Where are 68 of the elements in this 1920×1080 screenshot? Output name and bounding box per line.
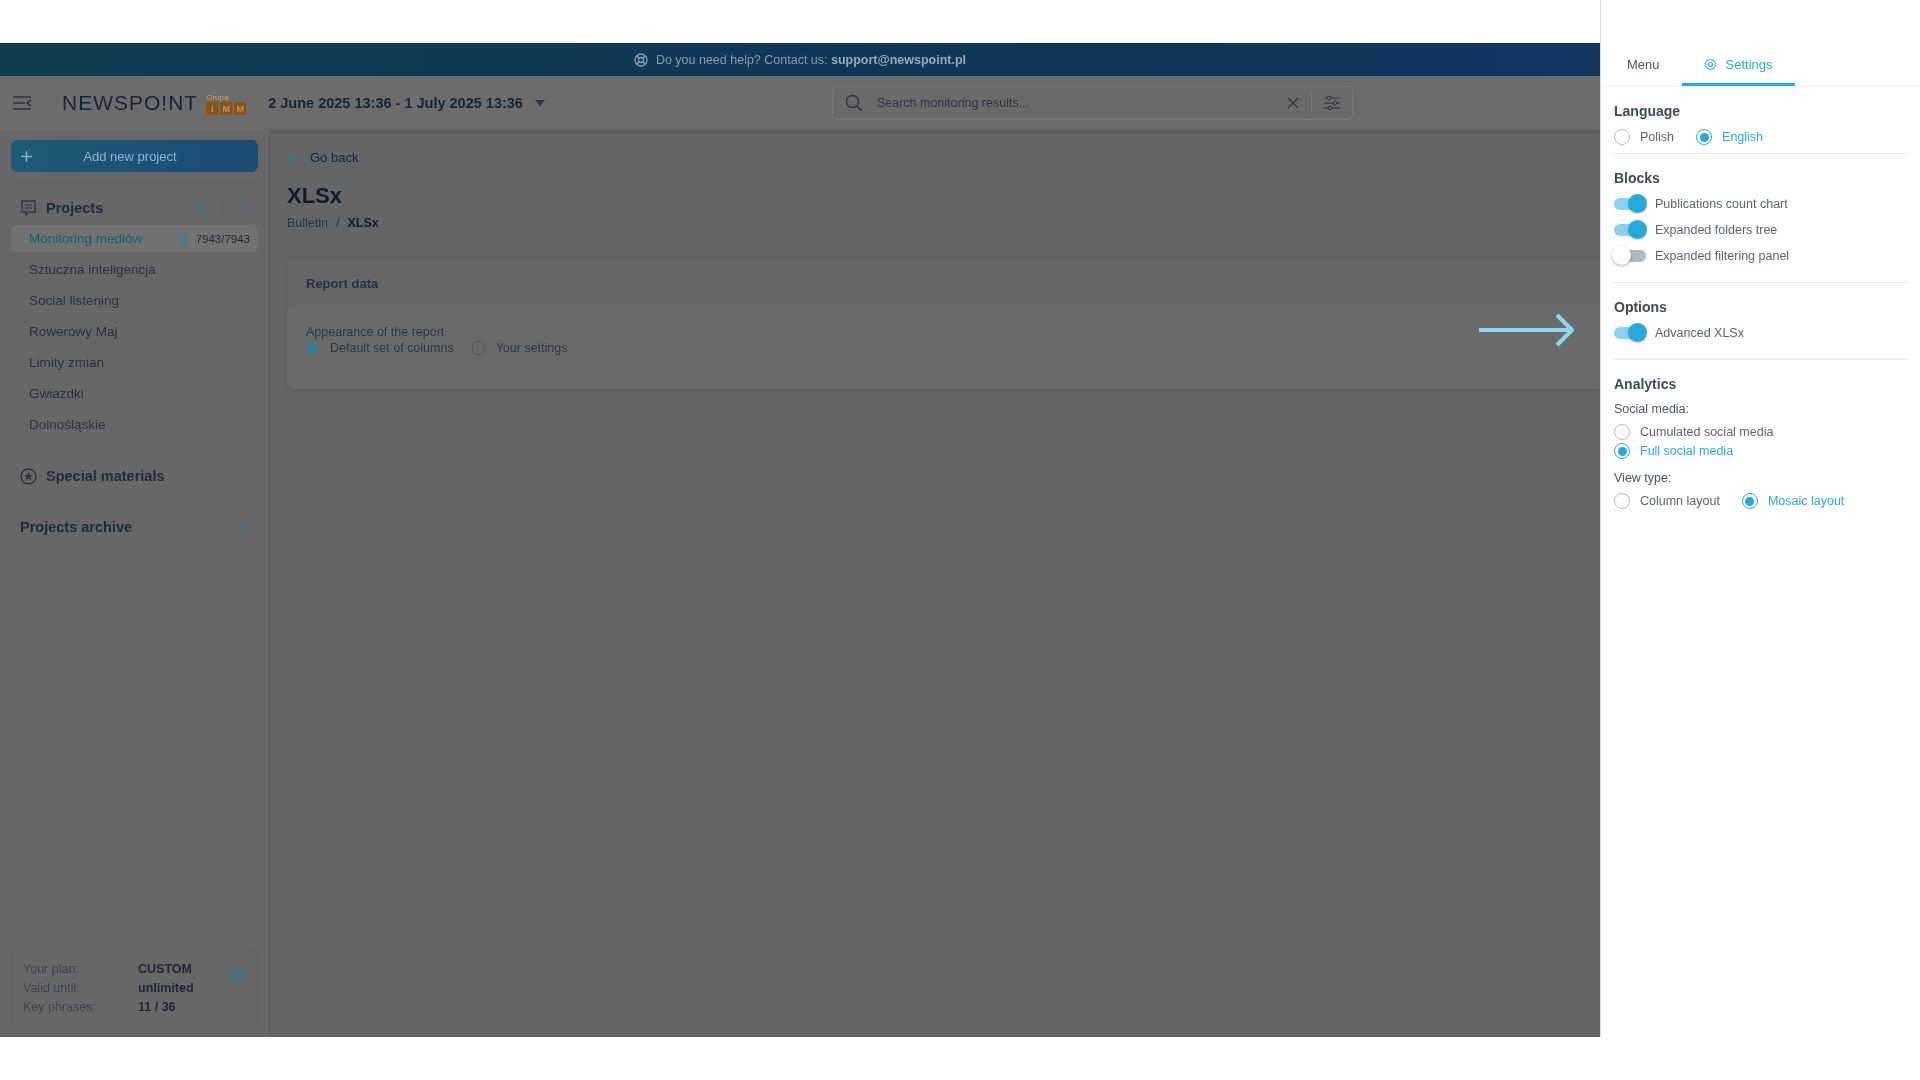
project-item[interactable]: Dolnośląskie [11,411,258,438]
chevron-up-icon[interactable] [238,205,248,211]
search-field[interactable]: Search monitoring results... [831,86,1353,120]
group-label: View type: [1614,471,1673,485]
menu-icon[interactable] [12,95,32,111]
chevron-down-icon[interactable] [238,524,248,530]
plan-value: CUSTOM [138,962,193,976]
radio-option[interactable]: Polish [1614,129,1675,145]
section-title[interactable]: Projects archive [20,519,133,535]
search-icon [844,94,863,112]
document-icon [20,199,37,217]
project-item[interactable]: Sztuczna inteligencja [11,256,258,283]
toggle-label: Expanded folders tree [1655,223,1778,237]
help-text: Do you need help? Contact us: support@newspoint.pl [655,52,967,67]
breadcrumb-item[interactable]: Bulletin [287,216,328,230]
section-title: Analytics [1614,376,1678,392]
project-item[interactable]: Monitoring mediów 7943/7943 [11,225,258,252]
plus-icon[interactable] [195,202,207,214]
radio-option[interactable]: Full social media [1614,443,1907,459]
group-label: Social media: [1614,402,1691,416]
logo-letter: M [220,102,233,115]
edit-icon[interactable] [231,968,245,982]
go-back-link[interactable]: Go back [287,150,359,165]
section-title: Language [1614,103,1682,119]
close-icon[interactable] [1286,97,1299,109]
section-title: Options [1614,299,1668,315]
lifebuoy-icon [633,52,648,67]
arrow-left-icon [288,152,300,163]
radio-option[interactable]: Mosaic layout [1741,493,1845,509]
project-item[interactable]: Social listening [11,287,258,314]
search-input[interactable]: Search monitoring results... [874,95,1275,111]
breadcrumb-item: XLSx [347,216,379,230]
section-title: Projects [46,200,104,216]
radio-option[interactable]: Column layout [1614,493,1720,509]
project-item[interactable]: Limity zmian [11,349,258,376]
panel-tab[interactable]: Settings [1681,43,1795,86]
add-project-button[interactable]: Add new project [11,140,258,172]
section-title[interactable]: Special materials [46,468,165,484]
logo-letter: I [206,102,219,115]
project-item[interactable]: Rowerowy Maj [11,318,258,345]
item-count: 7943/7943 [195,232,250,245]
section-title: Blocks [1614,170,1661,186]
radio-option[interactable]: Your settings [471,341,568,355]
logo-text: NEWSPO!NT [62,91,199,115]
radio-option[interactable]: English [1696,129,1764,145]
star-circle-icon [20,467,37,485]
toggle-label: Advanced XLSx [1655,326,1744,340]
plan-value: unlimited [138,981,195,995]
logo-caption: Grupa [206,93,229,102]
caret-icon [534,100,545,106]
logo-letter: M [234,102,247,115]
arrow-icon [1477,312,1577,348]
gear-icon [175,232,189,245]
plus-icon [21,150,32,162]
radio-option[interactable]: Default set of columns [306,341,454,355]
gear-icon [1703,57,1717,71]
page-title: XLSx [287,183,343,209]
plan-value: 11 / 36 [138,1000,177,1014]
breadcrumb-separator: / [336,216,340,230]
panel-tab[interactable]: Menu [1605,43,1682,86]
filter-sliders-icon[interactable] [1323,96,1340,110]
toggle-label: Publications count chart [1655,197,1788,211]
field-label: Appearance of the report [306,325,446,339]
project-item[interactable]: Gwiazdki [11,380,258,407]
toggle-label: Expanded filtering panel [1655,249,1790,263]
card-title: Report data [305,275,380,293]
radio-option[interactable]: Cumulated social media [1614,424,1907,440]
date-range-dropdown[interactable]: 2 June 2025 13:36 - 1 July 2025 13:36 [268,95,545,111]
